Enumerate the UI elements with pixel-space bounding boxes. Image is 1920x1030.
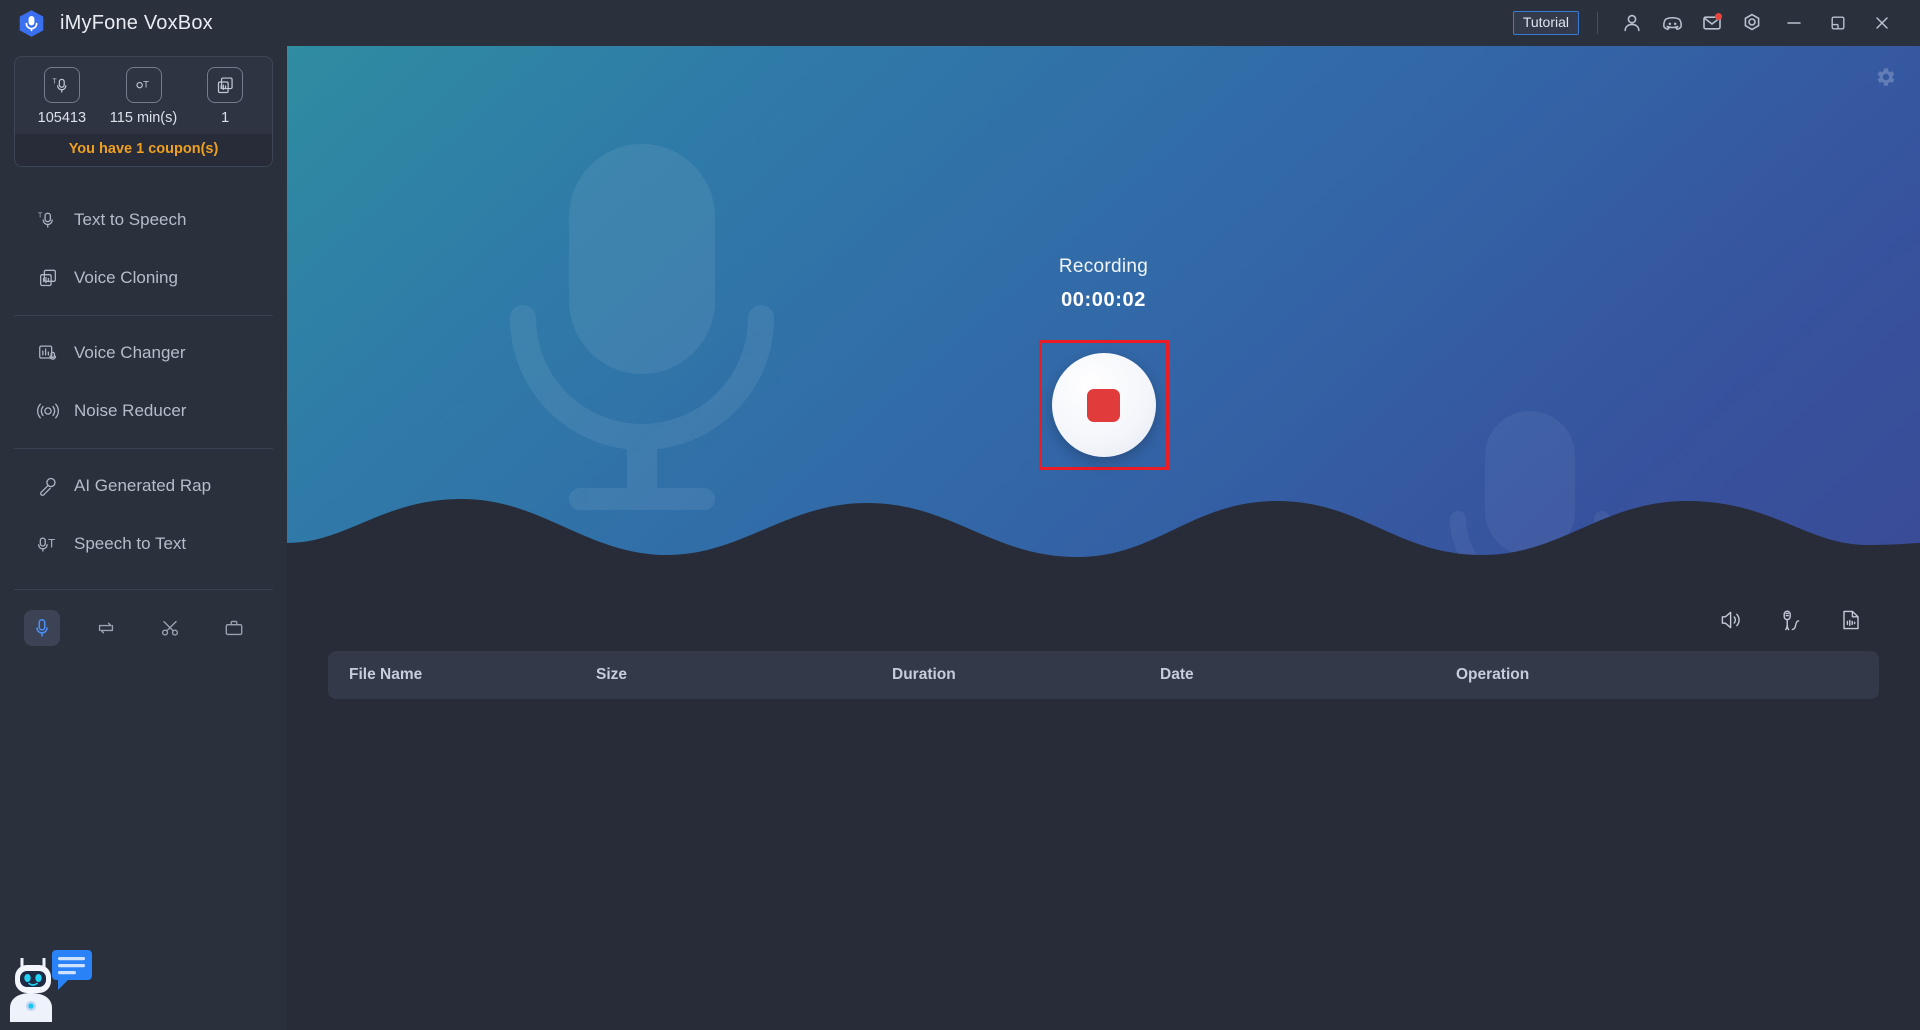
tool-recorder-button[interactable] <box>24 610 60 646</box>
tool-converter-button[interactable] <box>88 610 124 646</box>
text-to-speech-credit-icon: T <box>43 67 80 103</box>
file-list-area: File Name Size Duration Date Operation <box>287 591 1920 1030</box>
credit-value: 105413 <box>37 110 87 126</box>
svg-text:T: T <box>53 78 58 85</box>
voice-clone-credit-icon <box>207 67 244 103</box>
sidebar-divider <box>14 448 273 449</box>
text-to-speech-icon: T <box>36 208 60 232</box>
app-title: iMyFone VoxBox <box>60 11 213 34</box>
sidebar-tools <box>0 590 287 646</box>
sidebar-item-noise-reducer[interactable]: Noise Reducer <box>0 382 287 440</box>
file-table-header: File Name Size Duration Date Operation <box>328 651 1879 699</box>
column-header-date[interactable]: Date <box>1160 666 1456 684</box>
titlebar-actions: Tutorial <box>1512 1 1920 45</box>
credit-text-to-speech[interactable]: T 105413 <box>21 67 103 126</box>
settings-icon[interactable] <box>1732 3 1772 43</box>
recording-status-label: Recording <box>1058 256 1149 277</box>
credit-speech-to-text[interactable]: T 115 min(s) <box>103 67 185 126</box>
recording-settings-icon[interactable] <box>1872 64 1898 90</box>
stop-square-icon <box>1087 388 1120 422</box>
sidebar-item-speech-to-text[interactable]: T Speech to Text <box>0 515 287 573</box>
community-icon[interactable] <box>1652 3 1692 43</box>
maximize-button[interactable] <box>1816 1 1860 45</box>
credit-value: 1 <box>221 110 230 126</box>
hero-wave-decoration <box>287 481 1920 591</box>
speech-to-text-credit-icon: T <box>125 67 162 103</box>
voxbox-window: iMyFone VoxBox Tutorial T 105413 T 115 m… <box>0 0 1920 1030</box>
svg-text:T: T <box>38 210 43 219</box>
minimize-button[interactable] <box>1772 1 1816 45</box>
sidebar-divider <box>14 315 273 316</box>
mail-icon[interactable] <box>1692 3 1732 43</box>
tool-toolbox-button[interactable] <box>216 610 252 646</box>
stop-recording-button[interactable] <box>1051 353 1156 457</box>
main-panel: Recording 00:00:02 File Name Size Durati… <box>287 46 1920 1030</box>
recording-controls: Recording 00:00:02 <box>287 256 1920 470</box>
title-bar: iMyFone VoxBox Tutorial <box>0 0 1920 46</box>
window-body: T 105413 T 115 min(s) 1 You have 1 coupo… <box>0 46 1920 1030</box>
svg-text:T: T <box>48 537 55 551</box>
account-icon[interactable] <box>1612 3 1652 43</box>
speaker-icon[interactable] <box>1716 605 1746 635</box>
sidebar-item-label: AI Generated Rap <box>74 476 212 495</box>
sidebar-item-voice-changer[interactable]: Voice Changer <box>0 324 287 382</box>
sidebar-item-label: Speech to Text <box>74 534 187 553</box>
ai-rap-icon <box>36 474 60 498</box>
column-header-operation: Operation <box>1456 666 1530 683</box>
chatbot-mascot[interactable] <box>10 946 94 1024</box>
recording-elapsed-time: 00:00:02 <box>1061 289 1146 311</box>
file-list-toolbar <box>328 591 1879 651</box>
svg-text:T: T <box>143 79 149 90</box>
app-brand: iMyFone VoxBox <box>0 9 213 38</box>
credit-voice-clone[interactable]: 1 <box>184 67 266 126</box>
sidebar-item-ai-generated-rap[interactable]: AI Generated Rap <box>0 457 287 515</box>
app-logo-icon <box>17 9 46 38</box>
column-header-size[interactable]: Size <box>596 666 892 684</box>
audio-file-icon[interactable] <box>1836 605 1866 635</box>
sidebar-item-label: Text to Speech <box>74 210 187 229</box>
coupon-banner[interactable]: You have 1 coupon(s) <box>15 134 272 166</box>
sidebar-item-text-to-speech[interactable]: T Text to Speech <box>0 191 287 249</box>
close-button[interactable] <box>1860 1 1904 45</box>
sidebar-nav: T Text to Speech Voice Cloning Voice Cha… <box>0 191 287 573</box>
credit-value: 115 min(s) <box>109 110 178 126</box>
microphone-wave-icon[interactable] <box>1776 605 1806 635</box>
voice-cloning-icon <box>36 266 60 290</box>
mail-unread-badge <box>1715 13 1722 20</box>
sidebar-item-voice-cloning[interactable]: Voice Cloning <box>0 249 287 307</box>
credits-row: T 105413 T 115 min(s) 1 <box>15 57 272 134</box>
file-table-body <box>328 699 1879 1030</box>
column-header-file-name[interactable]: File Name <box>328 666 596 684</box>
recorder-hero: Recording 00:00:02 <box>287 46 1920 591</box>
sidebar: T 105413 T 115 min(s) 1 You have 1 coupo… <box>0 46 287 1030</box>
stop-button-highlight <box>1038 340 1169 470</box>
voice-changer-icon <box>36 341 60 365</box>
speech-to-text-icon: T <box>36 532 60 556</box>
titlebar-divider <box>1597 12 1598 34</box>
sidebar-item-label: Noise Reducer <box>74 401 187 420</box>
sidebar-item-label: Voice Cloning <box>74 268 178 287</box>
tutorial-button[interactable]: Tutorial <box>1512 10 1579 36</box>
noise-reducer-icon <box>36 399 60 423</box>
tool-cutter-button[interactable] <box>152 610 188 646</box>
credits-panel: T 105413 T 115 min(s) 1 You have 1 coupo… <box>14 56 273 167</box>
column-header-duration[interactable]: Duration <box>892 666 1160 684</box>
sidebar-item-label: Voice Changer <box>74 343 186 362</box>
